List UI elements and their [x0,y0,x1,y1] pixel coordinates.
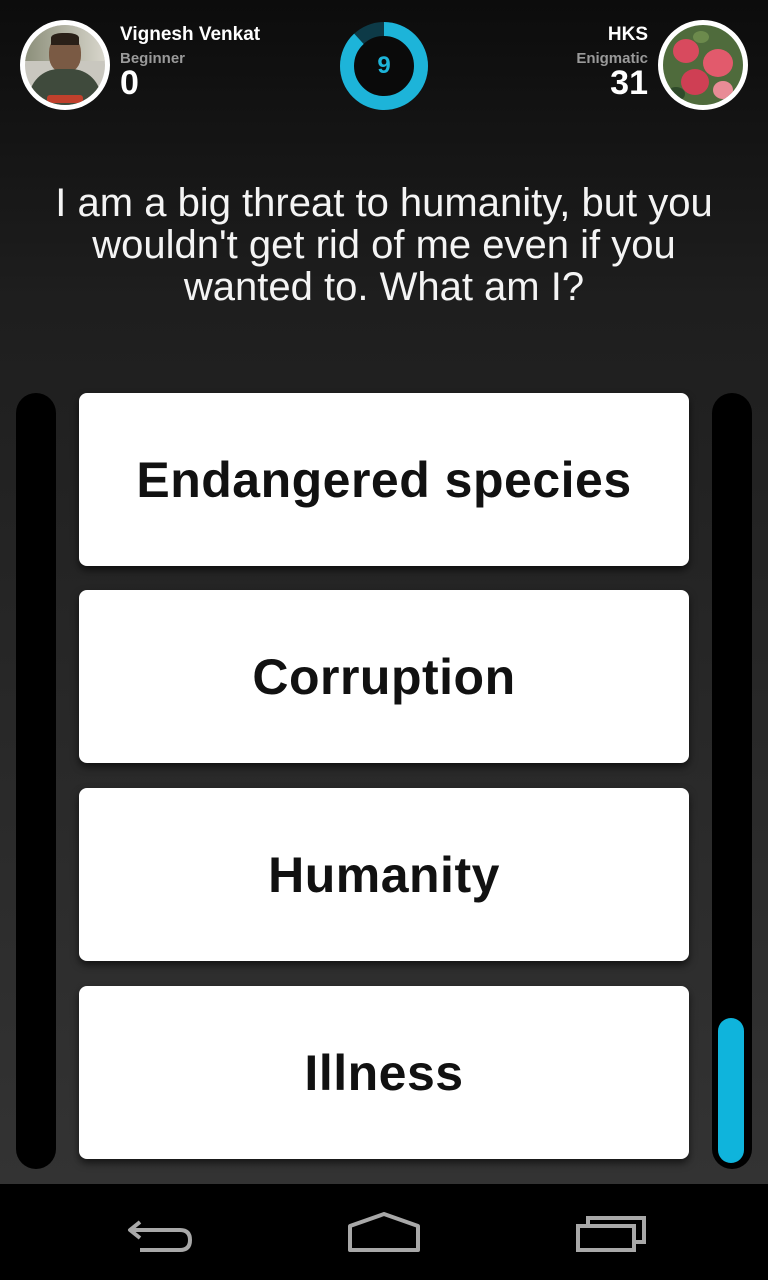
player-left-name: Vignesh Venkat [120,24,261,45]
answer-option-1[interactable]: Endangered species [79,393,689,566]
player-left-score: 0 [120,64,139,102]
navigation-bar [0,1184,768,1280]
answer-option-2[interactable]: Corruption [79,590,689,763]
recent-apps-icon[interactable] [560,1202,660,1262]
player-right-avatar[interactable] [658,20,748,110]
timer-value: 9 [377,52,391,79]
player-right-photo [663,25,743,105]
player-left-progress-track [16,393,56,1169]
player-right-score: 31 [610,64,648,102]
player-right-progress-fill [718,1018,744,1163]
player-right-progress-track [712,393,752,1169]
back-icon[interactable] [110,1202,210,1262]
home-icon[interactable] [334,1202,434,1262]
player-left-photo [25,25,105,105]
question-text: I am a big threat to humanity, but you w… [55,181,713,309]
player-left-avatar[interactable] [20,20,110,110]
answer-option-3[interactable]: Humanity [79,788,689,961]
answer-option-4[interactable]: Illness [79,986,689,1159]
player-right-name: HKS [607,24,648,45]
